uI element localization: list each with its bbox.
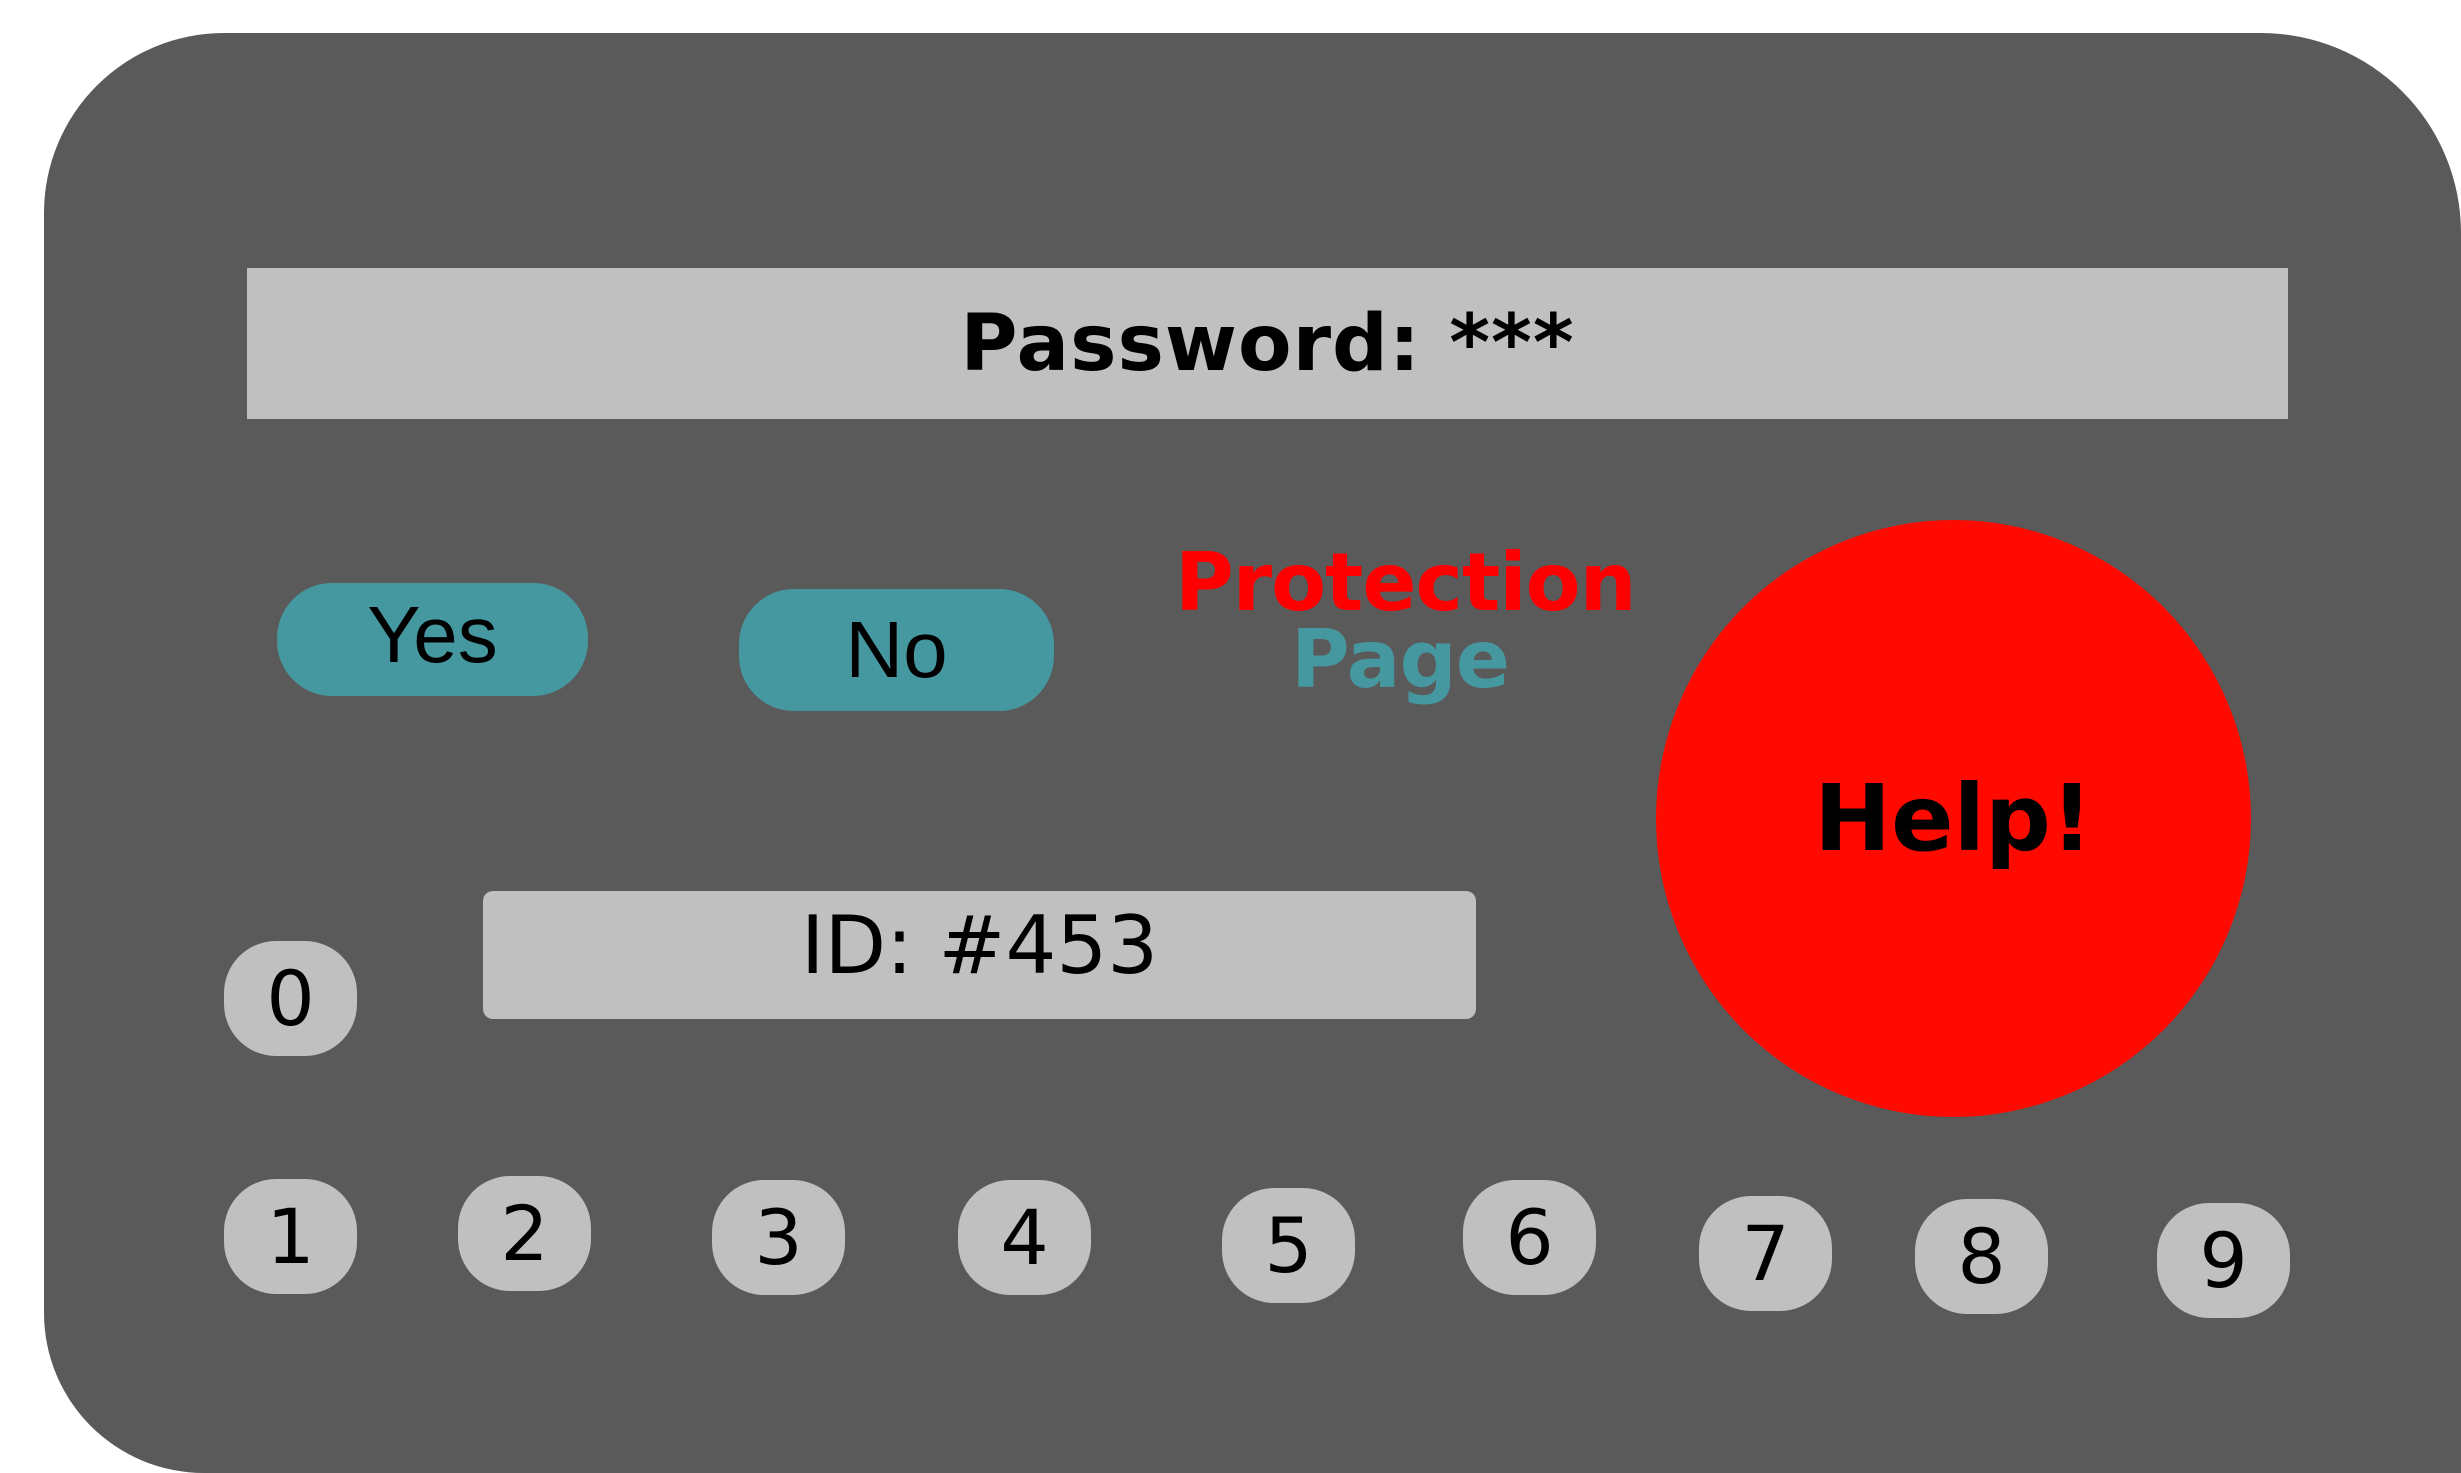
yes-button-label: Yes	[367, 590, 498, 679]
id-display: ID: #453	[483, 891, 1476, 1019]
id-display-text: ID: #453	[800, 899, 1159, 992]
yes-button[interactable]: Yes	[277, 583, 588, 696]
keypad-key-2[interactable]: 2	[458, 1176, 591, 1291]
help-button-label: Help!	[1814, 765, 2093, 872]
keypad-key-6[interactable]: 6	[1463, 1180, 1596, 1295]
keypad-key-3[interactable]: 3	[712, 1180, 845, 1295]
keypad-key-1[interactable]: 1	[224, 1179, 357, 1294]
keypad-key-9[interactable]: 9	[2157, 1203, 2290, 1318]
keypad-key-0[interactable]: 0	[224, 941, 357, 1056]
password-label: Password:	[960, 298, 1422, 389]
keypad-key-5[interactable]: 5	[1222, 1188, 1355, 1303]
keypad-key-7[interactable]: 7	[1699, 1196, 1832, 1311]
no-button[interactable]: No	[739, 589, 1054, 711]
help-button[interactable]: Help!	[1656, 520, 2251, 1117]
keypad-key-4[interactable]: 4	[958, 1180, 1091, 1295]
password-field[interactable]: Password: ***	[247, 268, 2288, 419]
protection-subtitle: Page	[1291, 613, 1510, 706]
no-button-label: No	[845, 605, 948, 694]
password-masked-value: ***	[1449, 298, 1575, 389]
keypad-key-8[interactable]: 8	[1915, 1199, 2048, 1314]
